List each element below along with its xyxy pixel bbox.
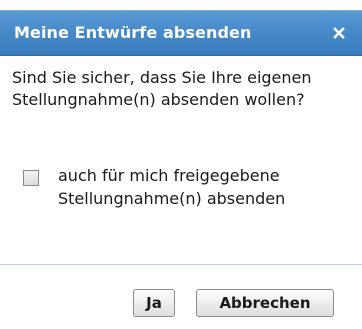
confirm-dialog: Meine Entwürfe absenden Sind Sie sicher,…	[0, 0, 362, 329]
dialog-title: Meine Entwürfe absenden	[14, 23, 252, 42]
shared-drafts-checkbox[interactable]	[23, 170, 39, 186]
dialog-body: Sind Sie sicher, dass Sie Ihre eigenen S…	[0, 56, 362, 265]
dialog-footer: Ja Abbrechen	[0, 264, 362, 329]
confirmation-question: Sind Sie sicher, dass Sie Ihre eigenen S…	[12, 68, 312, 109]
dialog-titlebar: Meine Entwürfe absenden	[0, 10, 362, 56]
shared-drafts-checkbox-label[interactable]: auch für mich freigegebene Stellungnahme…	[58, 164, 348, 210]
close-button[interactable]	[328, 22, 350, 44]
cancel-button[interactable]: Abbrechen	[196, 289, 334, 317]
close-icon	[333, 27, 345, 39]
yes-button[interactable]: Ja	[133, 289, 175, 317]
